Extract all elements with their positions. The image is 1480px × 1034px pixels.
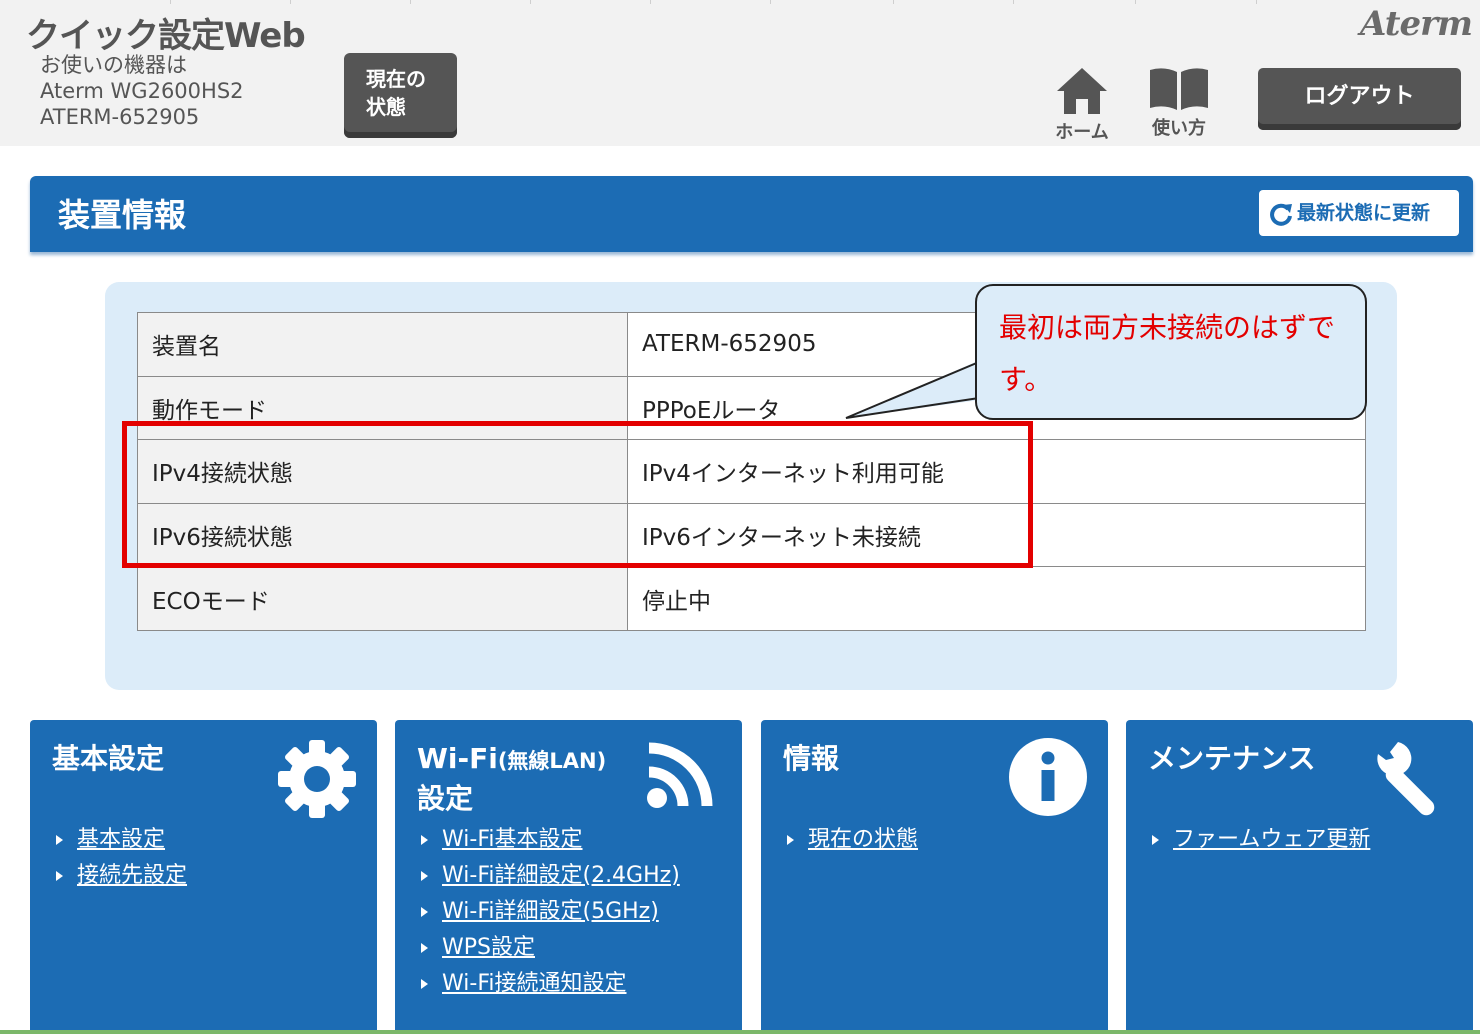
card-links: 現在の状態 <box>787 821 918 857</box>
card-title: Wi-Fi(無線LAN) 設定 <box>417 740 606 818</box>
list-item: 現在の状態 <box>787 821 918 857</box>
list-item: 接続先設定 <box>56 857 187 893</box>
link-wifi-advanced-5ghz[interactable]: Wi-Fi詳細設定(5GHz) <box>442 899 659 924</box>
annotation-callout: 最初は両方未接続のはずです。 <box>975 284 1367 420</box>
card-links: ファームウェア更新 <box>1152 821 1370 857</box>
card-basic-settings: 基本設定 基本設定 接続先設定 <box>30 720 377 1034</box>
refresh-button[interactable]: 最新状態に更新 <box>1259 190 1459 236</box>
help-nav-button[interactable]: 使い方 <box>1139 66 1219 140</box>
current-status-label-1: 現在の <box>366 67 426 91</box>
wifi-icon <box>647 742 713 808</box>
app-title: クイック設定Web <box>26 16 306 56</box>
callout-tail <box>845 360 980 419</box>
link-wifi-basic[interactable]: Wi-Fi基本設定 <box>442 827 583 852</box>
table-row: ECOモード 停止中 <box>137 566 1366 631</box>
row-value: 停止中 <box>627 566 1366 631</box>
bottom-divider <box>0 1030 1480 1034</box>
card-wifi-settings: Wi-Fi(無線LAN) 設定 Wi-Fi基本設定 Wi-Fi詳細設定(2.4G… <box>395 720 742 1034</box>
link-connection-settings[interactable]: 接続先設定 <box>77 863 187 888</box>
refresh-label: 最新状態に更新 <box>1297 202 1431 224</box>
highlight-box <box>122 421 1033 568</box>
card-title-small: (無線LAN) <box>497 749 607 773</box>
home-icon <box>1057 68 1107 114</box>
link-wifi-notify[interactable]: Wi-Fi接続通知設定 <box>442 971 627 996</box>
link-wifi-advanced-24ghz[interactable]: Wi-Fi詳細設定(2.4GHz) <box>442 863 680 888</box>
row-key: 装置名 <box>137 312 628 377</box>
callout-text: 最初は両方未接続のはずです。 <box>999 311 1336 396</box>
logout-button[interactable]: ログアウト <box>1258 68 1461 130</box>
home-nav-button[interactable]: ホーム <box>1042 66 1122 144</box>
header: クイック設定Web お使いの機器は Aterm WG2600HS2 ATERM-… <box>0 0 1480 146</box>
device-model: Aterm WG2600HS2 <box>40 79 244 103</box>
list-item: Wi-Fi詳細設定(5GHz) <box>421 893 680 929</box>
refresh-icon <box>1270 203 1292 226</box>
wrench-icon <box>1377 742 1443 816</box>
section-header: 装置情報 最新状態に更新 <box>30 176 1473 252</box>
help-label: 使い方 <box>1152 118 1206 139</box>
device-info-line: お使いの機器は <box>40 53 187 77</box>
list-item: Wi-Fi接続通知設定 <box>421 965 680 1001</box>
card-maintenance: メンテナンス ファームウェア更新 <box>1126 720 1473 1034</box>
list-item: ファームウェア更新 <box>1152 821 1370 857</box>
current-status-label-2: 状態 <box>366 95 406 119</box>
link-basic-settings[interactable]: 基本設定 <box>77 827 165 852</box>
gear-icon <box>278 740 356 818</box>
link-wps-settings[interactable]: WPS設定 <box>442 935 535 960</box>
list-item: Wi-Fi基本設定 <box>421 821 680 857</box>
list-item: WPS設定 <box>421 929 680 965</box>
book-icon <box>1150 68 1208 110</box>
info-icon <box>1009 738 1087 816</box>
card-title-main: Wi-Fi <box>417 742 498 775</box>
link-current-status[interactable]: 現在の状態 <box>808 827 918 852</box>
row-key: ECOモード <box>137 566 628 631</box>
device-name: ATERM-652905 <box>40 105 200 129</box>
top-ticks <box>0 0 1480 4</box>
card-title-line2: 設定 <box>417 782 474 815</box>
card-title: メンテナンス <box>1148 742 1316 775</box>
list-item: Wi-Fi詳細設定(2.4GHz) <box>421 857 680 893</box>
brand-logo: Aterm <box>1359 4 1473 44</box>
card-information: 情報 現在の状態 <box>761 720 1108 1034</box>
card-links: Wi-Fi基本設定 Wi-Fi詳細設定(2.4GHz) Wi-Fi詳細設定(5G… <box>421 821 680 1001</box>
card-links: 基本設定 接続先設定 <box>56 821 187 893</box>
card-title: 基本設定 <box>52 742 165 775</box>
home-label: ホーム <box>1055 122 1109 143</box>
link-firmware-update[interactable]: ファームウェア更新 <box>1173 827 1370 852</box>
list-item: 基本設定 <box>56 821 187 857</box>
section-title: 装置情報 <box>58 196 187 234</box>
card-title: 情報 <box>783 742 840 775</box>
device-info: お使いの機器は Aterm WG2600HS2 ATERM-652905 <box>40 52 244 130</box>
current-status-button[interactable]: 現在の 状態 <box>344 53 457 138</box>
